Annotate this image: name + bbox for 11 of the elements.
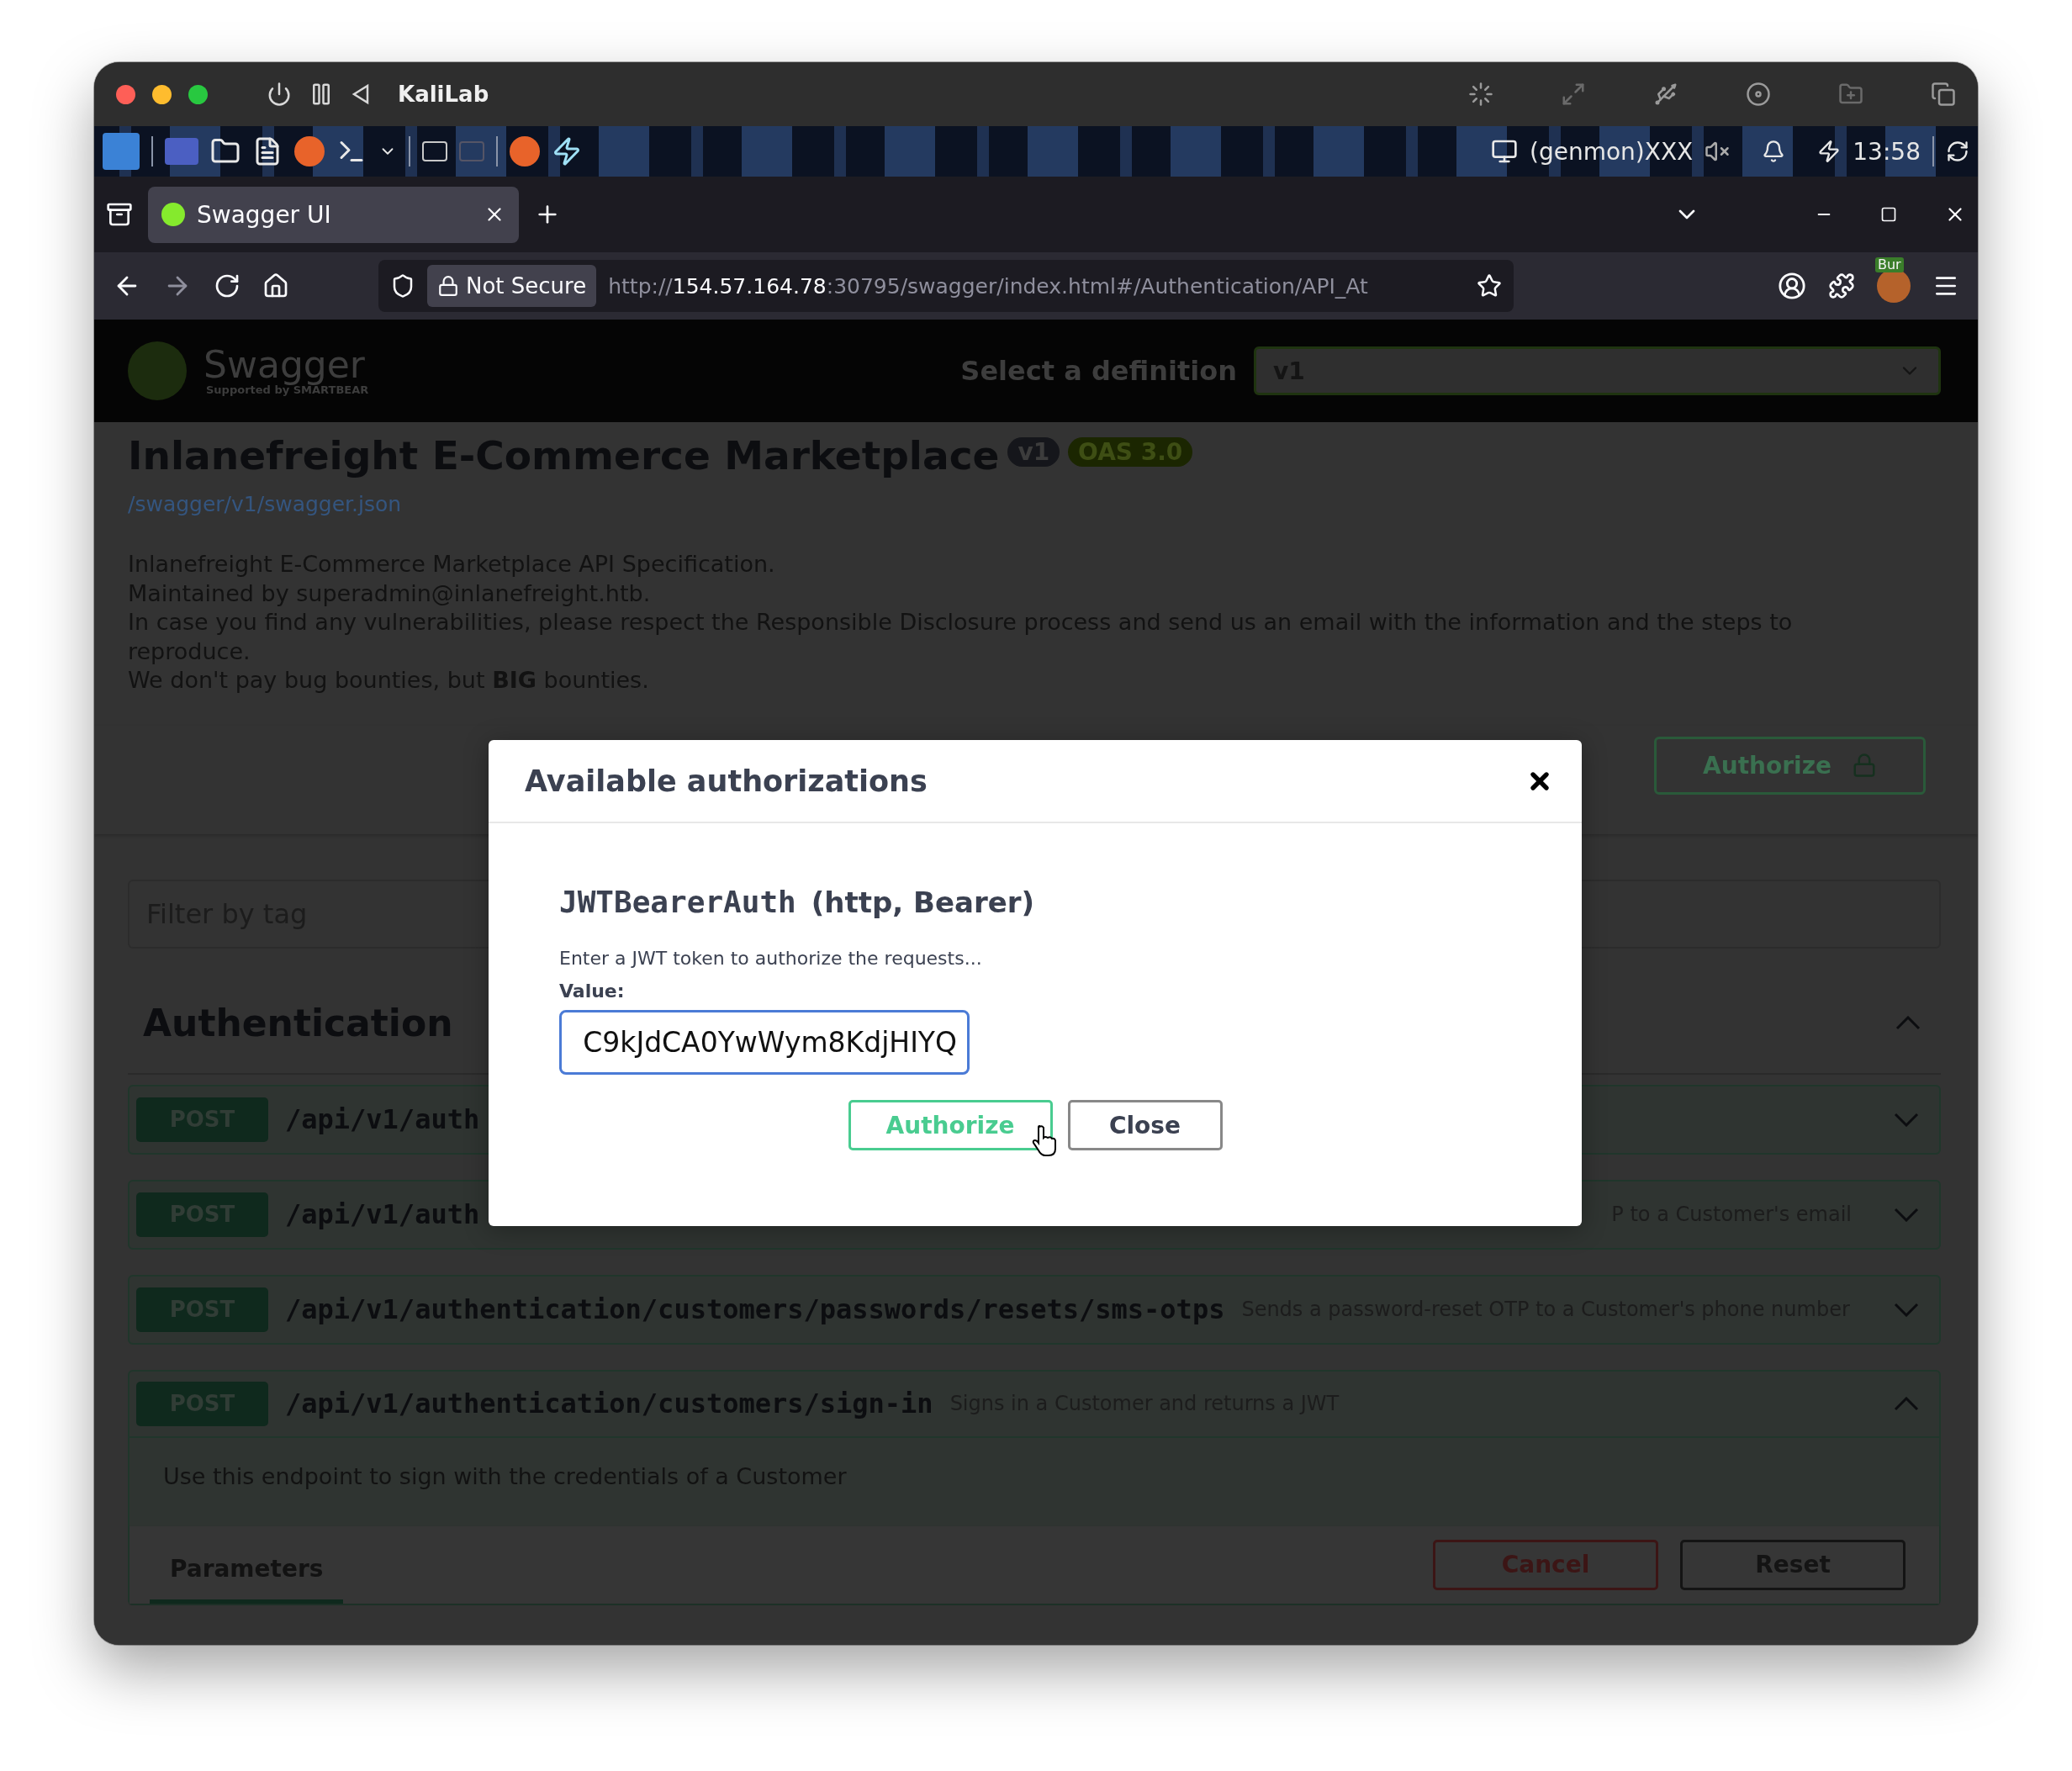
vm-title: KaliLab xyxy=(398,82,489,107)
extension-badge: Bur xyxy=(1875,257,1904,272)
clock-text: 13:58 xyxy=(1853,137,1921,166)
genmon-text: (genmon)XXX xyxy=(1530,137,1694,166)
logo-text: Swagger xyxy=(204,346,366,383)
value-label: Value: xyxy=(559,981,626,1002)
hint-text: Enter a JWT token to authorize the requests... xyxy=(559,948,983,969)
definition-label: Select a definition xyxy=(960,355,1237,387)
scheme-title: JWTBearerAuth (http, Bearer) xyxy=(559,885,1036,919)
dialog-title: Available authorizations xyxy=(525,764,928,798)
url-text: http://154.57.164.78:30795/swagger/index.html#/Authentication/API_At xyxy=(608,273,1369,299)
